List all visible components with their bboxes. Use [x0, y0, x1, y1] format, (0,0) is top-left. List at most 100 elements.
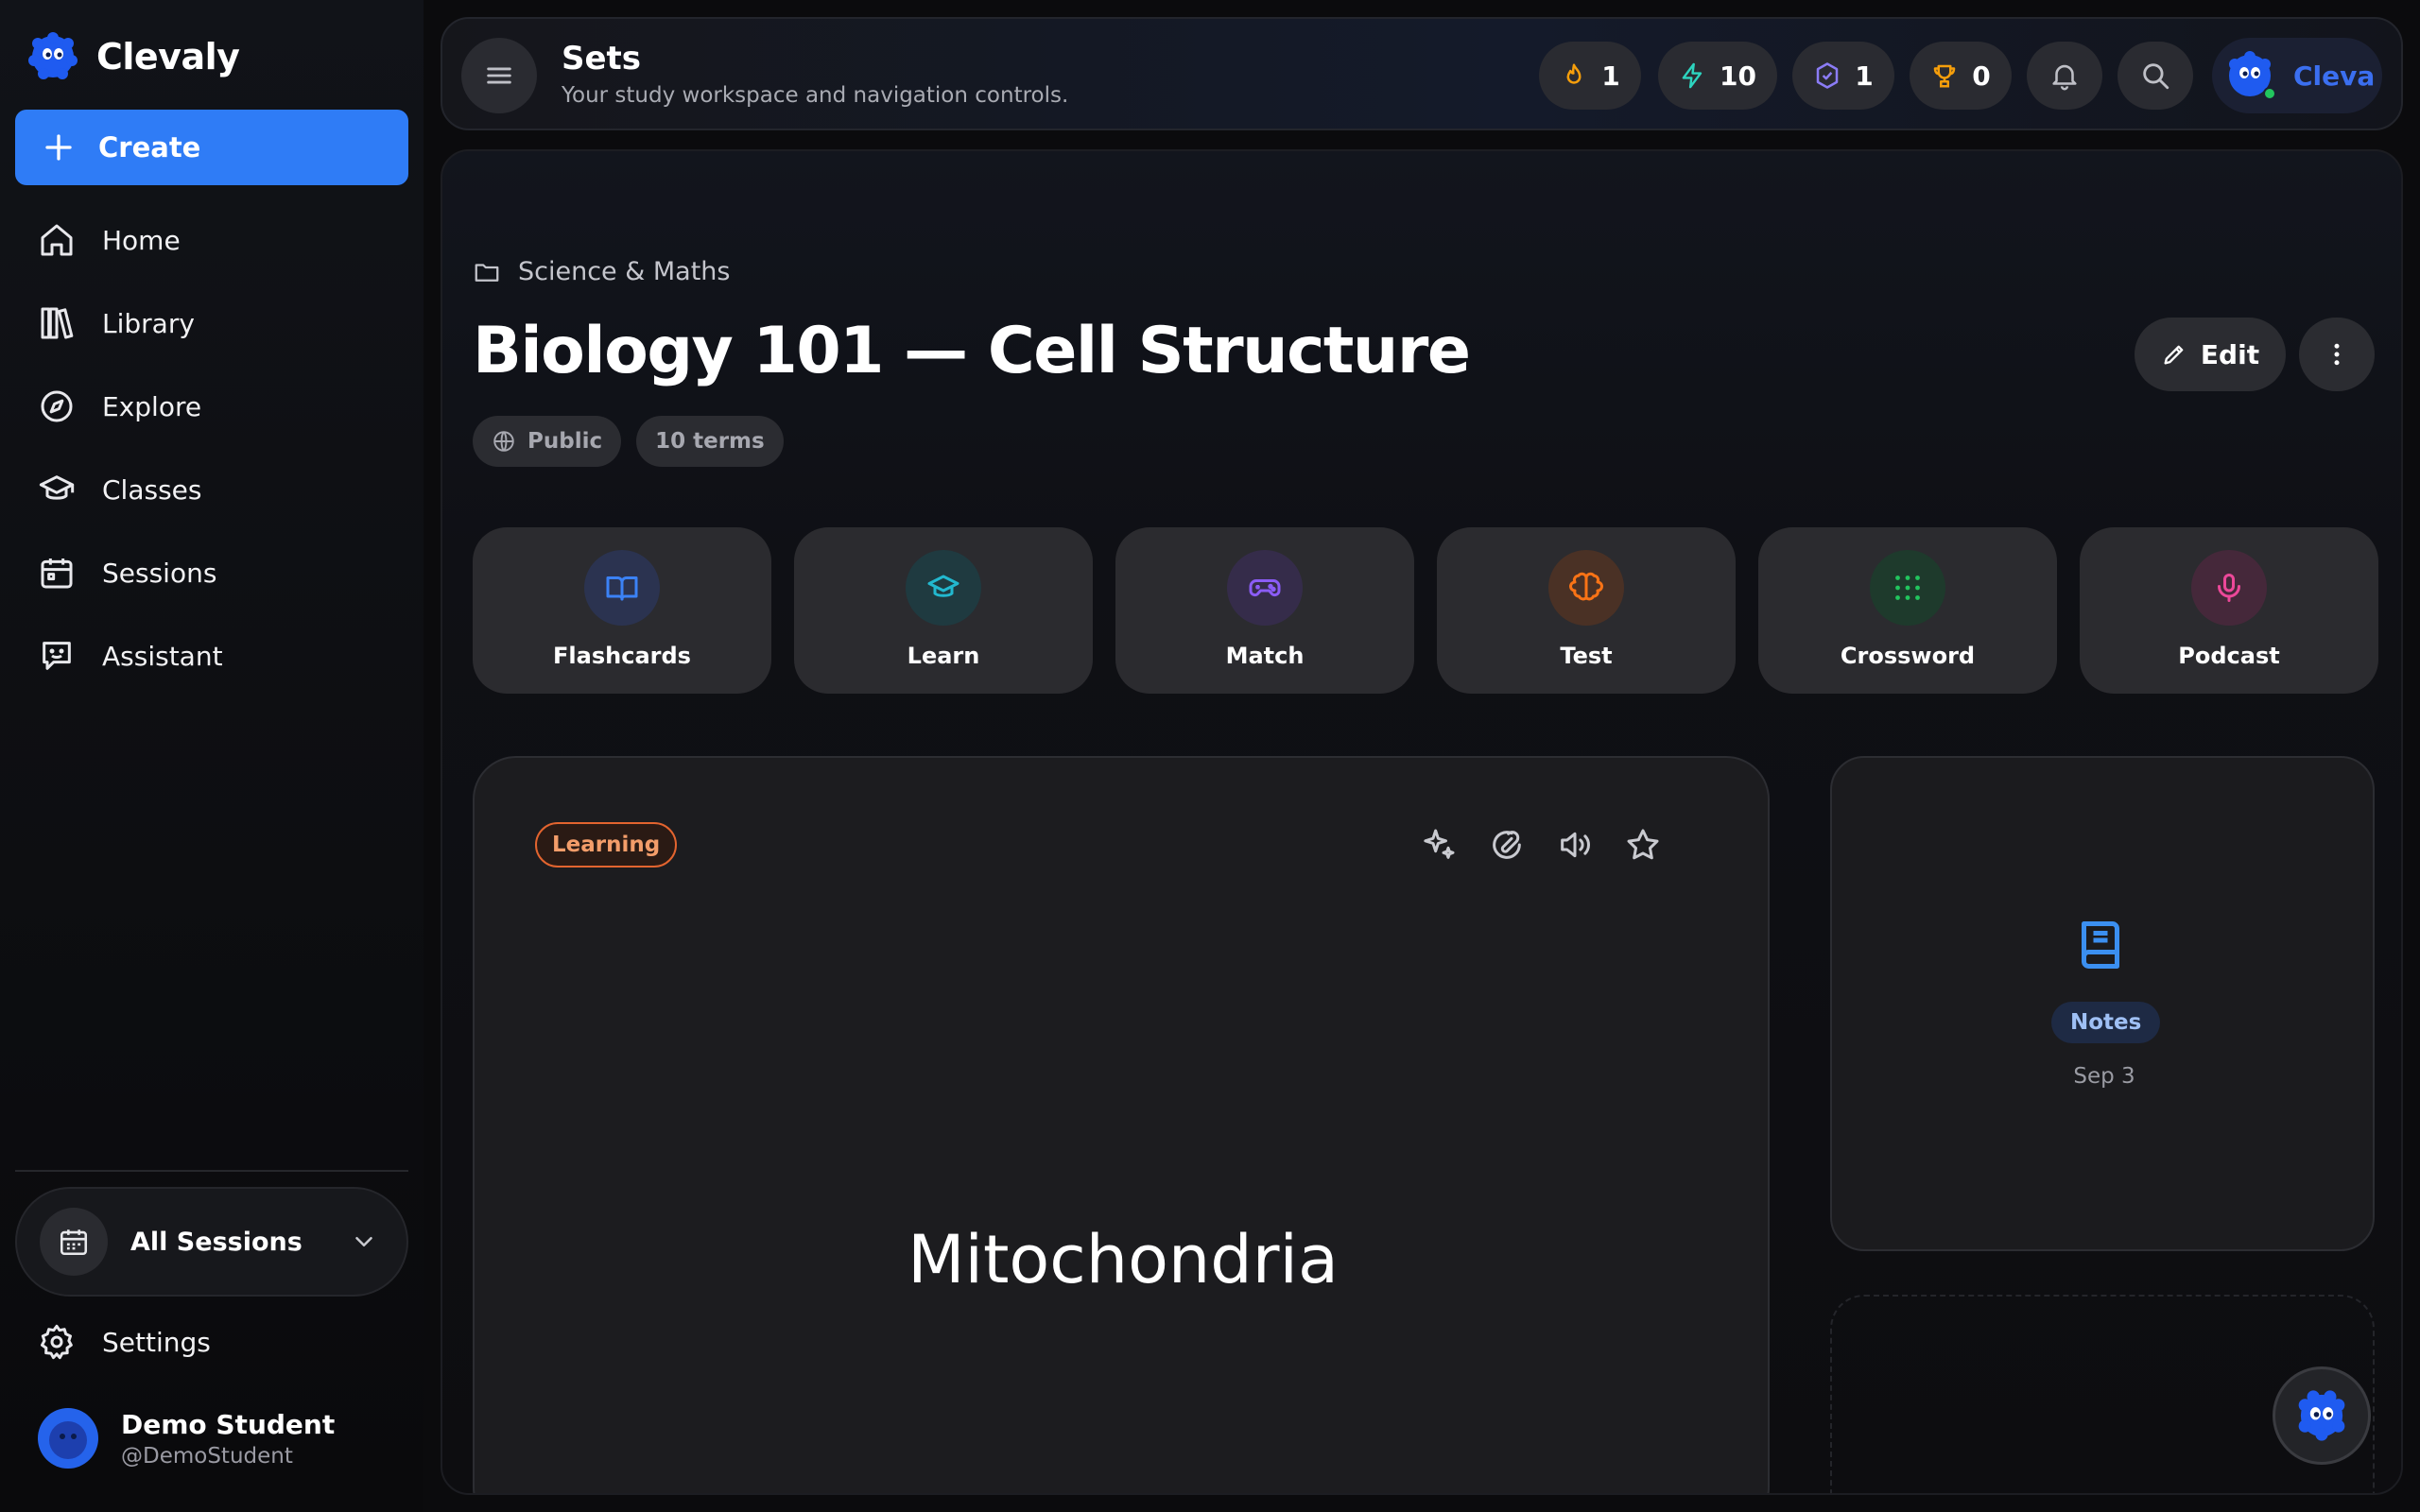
sidebar-item-sessions[interactable]: Sessions — [0, 531, 424, 614]
flashcard-term: Mitochondria — [908, 1221, 1339, 1298]
graduation-cap-icon — [39, 475, 75, 500]
sessions-select-value: All Sessions — [130, 1227, 302, 1257]
user-name: Demo Student — [121, 1408, 336, 1440]
plus-icon — [45, 134, 72, 161]
home-icon — [41, 224, 73, 256]
energy-stat[interactable]: 10 — [1658, 42, 1777, 110]
calendar-icon — [60, 1229, 88, 1256]
attachment-icon[interactable] — [1488, 826, 1526, 864]
brand-logo-icon — [28, 32, 78, 79]
cleva-mascot-icon — [2298, 1390, 2345, 1441]
more-vertical-icon — [2334, 343, 2340, 366]
badge-check-icon — [1817, 62, 1839, 89]
sessions-select[interactable]: All Sessions — [15, 1187, 408, 1297]
profile-menu-button[interactable]: Cleva — [2212, 38, 2382, 113]
sparkles-icon[interactable] — [1420, 826, 1458, 864]
chat-bot-icon — [43, 642, 71, 670]
brand[interactable]: Clevaly — [26, 30, 240, 83]
mode-test[interactable]: Test — [1437, 527, 1736, 694]
notes-card[interactable]: Notes Sep 3 — [1830, 756, 2375, 1251]
library-icon — [41, 307, 74, 339]
compass-icon — [41, 390, 73, 422]
sidebar-item-assistant[interactable]: Assistant — [0, 614, 424, 697]
edit-button[interactable]: Edit — [2135, 318, 2286, 391]
brand-name: Clevaly — [96, 36, 240, 77]
mode-icon-wrap — [1548, 550, 1624, 626]
graduation-cap-icon — [927, 575, 959, 597]
page-title: Sets — [562, 40, 642, 77]
sidebar-divider — [15, 1170, 408, 1172]
mode-label: Learn — [907, 643, 980, 669]
notebook-icon — [2082, 921, 2119, 969]
page-subtitle: Your study workspace and navigation cont… — [562, 83, 1069, 108]
lightning-icon — [1682, 62, 1703, 89]
more-options-button[interactable] — [2299, 318, 2375, 391]
badges-value: 1 — [1855, 60, 1874, 92]
mode-icon-wrap — [584, 550, 660, 626]
mode-label: Crossword — [1840, 643, 1976, 669]
sidebar: Clevaly Create Home Library Explore Clas… — [0, 0, 424, 1512]
set-badges: Public 10 terms — [473, 416, 784, 467]
mode-crossword[interactable]: Crossword — [1758, 527, 2057, 694]
search-button[interactable] — [2118, 42, 2193, 110]
notes-date: Sep 3 — [2073, 1064, 2135, 1089]
sidebar-item-settings[interactable]: Settings — [38, 1323, 211, 1361]
trophy-value: 0 — [1972, 60, 1991, 92]
online-status-dot — [2263, 87, 2276, 100]
top-bar: Sets Your study workspace and navigation… — [441, 17, 2403, 130]
pencil-icon — [2164, 345, 2184, 365]
user-info: Demo Student @DemoStudent — [121, 1409, 335, 1469]
assistant-fab[interactable] — [2273, 1366, 2371, 1465]
term-count-label: 10 terms — [655, 429, 765, 454]
chevron-down-icon — [355, 1237, 372, 1246]
mode-label: Flashcards — [553, 643, 691, 669]
notes-badge: Notes — [2051, 1002, 2161, 1043]
sidebar-item-label: Library — [102, 307, 195, 339]
sidebar-item-library[interactable]: Library — [0, 282, 424, 365]
sidebar-item-explore[interactable]: Explore — [0, 365, 424, 448]
gamepad-icon — [1249, 579, 1281, 597]
star-icon[interactable] — [1624, 826, 1662, 864]
calendar-icon — [41, 558, 73, 589]
trophy-icon — [1934, 64, 1956, 88]
speaker-icon[interactable] — [1556, 826, 1594, 864]
trophy-stat[interactable]: 0 — [1910, 42, 2012, 110]
streak-stat[interactable]: 1 — [1539, 42, 1641, 110]
sidebar-item-label: Sessions — [102, 557, 217, 589]
create-button[interactable]: Create — [15, 110, 408, 185]
set-title: Biology 101 — Cell Structure — [473, 314, 1471, 388]
sidebar-item-label: Classes — [102, 473, 202, 506]
mode-label: Match — [1225, 643, 1305, 669]
term-count-badge: 10 terms — [636, 416, 784, 467]
mode-label: Test — [1560, 643, 1613, 669]
sidebar-item-label: Home — [102, 224, 181, 256]
profile-avatar — [2223, 49, 2276, 102]
badges-stat[interactable]: 1 — [1792, 42, 1894, 110]
edit-button-label: Edit — [2200, 338, 2260, 370]
menu-button[interactable] — [461, 38, 537, 113]
sidebar-item-classes[interactable]: Classes — [0, 448, 424, 531]
bell-icon — [2052, 64, 2077, 91]
mode-learn[interactable]: Learn — [794, 527, 1093, 694]
flashcard[interactable]: Learning Mitochondria — [473, 756, 1770, 1493]
profile-name: Cleva — [2293, 60, 2376, 92]
breadcrumb[interactable]: Science & Maths — [473, 257, 731, 286]
mode-icon-wrap — [1870, 550, 1945, 626]
gear-icon — [41, 1324, 73, 1360]
visibility-badge: Public — [473, 416, 622, 467]
notifications-button[interactable] — [2027, 42, 2102, 110]
mode-podcast[interactable]: Podcast — [2080, 527, 2378, 694]
study-modes: Flashcards Learn Match Test Crossword Po… — [473, 527, 2378, 694]
book-open-icon — [606, 576, 638, 601]
user-profile[interactable]: Demo Student @DemoStudent — [38, 1408, 335, 1469]
mode-flashcards[interactable]: Flashcards — [473, 527, 771, 694]
mode-label: Podcast — [2178, 643, 2280, 669]
sidebar-item-home[interactable]: Home — [0, 198, 424, 282]
sidebar-item-label: Explore — [102, 390, 202, 422]
card-toolbar — [1420, 826, 1662, 864]
sessions-select-icon-wrap — [40, 1208, 108, 1276]
avatar — [38, 1408, 98, 1469]
mode-match[interactable]: Match — [1115, 527, 1414, 694]
search-icon — [2143, 63, 2169, 90]
microphone-icon — [2218, 574, 2240, 602]
